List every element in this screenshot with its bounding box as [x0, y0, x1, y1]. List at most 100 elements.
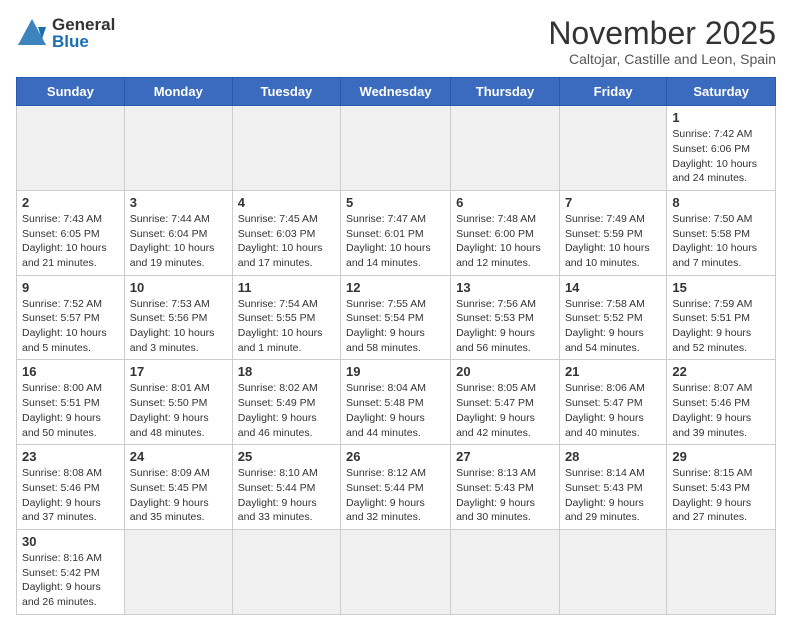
calendar-cell: 28 Sunrise: 8:14 AMSunset: 5:43 PMDayligh…	[559, 445, 666, 530]
day-number: 17	[130, 364, 227, 379]
calendar-cell: 4 Sunrise: 7:45 AMSunset: 6:03 PMDaylight…	[232, 190, 340, 275]
calendar-cell: 17 Sunrise: 8:01 AMSunset: 5:50 PMDayligh…	[124, 360, 232, 445]
day-info: Sunrise: 7:56 AMSunset: 5:53 PMDaylight:…	[456, 297, 554, 356]
day-info: Sunrise: 8:10 AMSunset: 5:44 PMDaylight:…	[238, 466, 335, 525]
day-number: 2	[22, 195, 119, 210]
calendar-cell: 10 Sunrise: 7:53 AMSunset: 5:56 PMDayligh…	[124, 275, 232, 360]
day-info: Sunrise: 7:50 AMSunset: 5:58 PMDaylight:…	[672, 212, 770, 271]
day-info: Sunrise: 7:58 AMSunset: 5:52 PMDaylight:…	[565, 297, 661, 356]
day-info: Sunrise: 7:54 AMSunset: 5:55 PMDaylight:…	[238, 297, 335, 356]
calendar-cell	[232, 529, 340, 614]
calendar-cell	[559, 529, 666, 614]
day-number: 6	[456, 195, 554, 210]
calendar-cell	[559, 106, 666, 191]
day-info: Sunrise: 8:06 AMSunset: 5:47 PMDaylight:…	[565, 381, 661, 440]
calendar-cell: 30 Sunrise: 8:16 AMSunset: 5:42 PMDayligh…	[17, 529, 125, 614]
day-number: 10	[130, 280, 227, 295]
day-number: 29	[672, 449, 770, 464]
day-number: 3	[130, 195, 227, 210]
calendar-cell	[124, 529, 232, 614]
calendar-cell: 5Sunrise: 7:47 AMSunset: 6:01 PMDaylight…	[341, 190, 451, 275]
day-info: Sunrise: 7:44 AMSunset: 6:04 PMDaylight:…	[130, 212, 227, 271]
day-info: Sunrise: 8:04 AMSunset: 5:48 PMDaylight:…	[346, 381, 445, 440]
weekday-header-wednesday: Wednesday	[341, 78, 451, 106]
day-number: 9	[22, 280, 119, 295]
weekday-header-monday: Monday	[124, 78, 232, 106]
calendar-cell	[341, 529, 451, 614]
calendar-cell	[17, 106, 125, 191]
day-info: Sunrise: 8:13 AMSunset: 5:43 PMDaylight:…	[456, 466, 554, 525]
header: General Blue November 2025 Caltojar, Cas…	[16, 16, 776, 67]
weekday-header-row: SundayMondayTuesdayWednesdayThursdayFrid…	[17, 78, 776, 106]
day-number: 15	[672, 280, 770, 295]
calendar-cell	[451, 106, 560, 191]
day-number: 7	[565, 195, 661, 210]
logo: General Blue	[16, 16, 115, 50]
day-info: Sunrise: 8:08 AMSunset: 5:46 PMDaylight:…	[22, 466, 119, 525]
weekday-header-tuesday: Tuesday	[232, 78, 340, 106]
month-title: November 2025	[548, 16, 776, 51]
day-info: Sunrise: 7:48 AMSunset: 6:00 PMDaylight:…	[456, 212, 554, 271]
calendar-cell: 24 Sunrise: 8:09 AMSunset: 5:45 PMDayligh…	[124, 445, 232, 530]
day-info: Sunrise: 7:52 AMSunset: 5:57 PMDaylight:…	[22, 297, 119, 356]
calendar-cell: 13 Sunrise: 7:56 AMSunset: 5:53 PMDayligh…	[451, 275, 560, 360]
day-number: 30	[22, 534, 119, 549]
day-info: Sunrise: 8:16 AMSunset: 5:42 PMDaylight:…	[22, 551, 119, 610]
calendar-cell: 22Sunrise: 8:07 AMSunset: 5:46 PMDayligh…	[667, 360, 776, 445]
day-info: Sunrise: 7:49 AMSunset: 5:59 PMDaylight:…	[565, 212, 661, 271]
week-row-3: 16Sunrise: 8:00 AMSunset: 5:51 PMDayligh…	[17, 360, 776, 445]
calendar-cell: 6 Sunrise: 7:48 AMSunset: 6:00 PMDaylight…	[451, 190, 560, 275]
title-area: November 2025 Caltojar, Castille and Leo…	[548, 16, 776, 67]
day-info: Sunrise: 7:53 AMSunset: 5:56 PMDaylight:…	[130, 297, 227, 356]
day-info: Sunrise: 7:59 AMSunset: 5:51 PMDaylight:…	[672, 297, 770, 356]
calendar-cell	[124, 106, 232, 191]
weekday-header-thursday: Thursday	[451, 78, 560, 106]
day-info: Sunrise: 7:42 AMSunset: 6:06 PMDaylight:…	[672, 127, 770, 186]
day-info: Sunrise: 8:09 AMSunset: 5:45 PMDaylight:…	[130, 466, 227, 525]
calendar-cell	[451, 529, 560, 614]
day-number: 18	[238, 364, 335, 379]
week-row-2: 9 Sunrise: 7:52 AMSunset: 5:57 PMDaylight…	[17, 275, 776, 360]
day-number: 1	[672, 110, 770, 125]
calendar-cell: 11Sunrise: 7:54 AMSunset: 5:55 PMDayligh…	[232, 275, 340, 360]
calendar-cell: 25Sunrise: 8:10 AMSunset: 5:44 PMDayligh…	[232, 445, 340, 530]
week-row-0: 1 Sunrise: 7:42 AMSunset: 6:06 PMDaylight…	[17, 106, 776, 191]
day-number: 24	[130, 449, 227, 464]
logo-triangle-icon	[16, 17, 48, 49]
calendar-cell: 9 Sunrise: 7:52 AMSunset: 5:57 PMDaylight…	[17, 275, 125, 360]
calendar-cell	[341, 106, 451, 191]
day-number: 4	[238, 195, 335, 210]
calendar-cell: 14Sunrise: 7:58 AMSunset: 5:52 PMDayligh…	[559, 275, 666, 360]
logo-blue: Blue	[52, 33, 115, 50]
day-info: Sunrise: 8:05 AMSunset: 5:47 PMDaylight:…	[456, 381, 554, 440]
day-number: 28	[565, 449, 661, 464]
day-info: Sunrise: 7:45 AMSunset: 6:03 PMDaylight:…	[238, 212, 335, 271]
day-number: 16	[22, 364, 119, 379]
calendar-cell: 8Sunrise: 7:50 AMSunset: 5:58 PMDaylight…	[667, 190, 776, 275]
week-row-5: 30 Sunrise: 8:16 AMSunset: 5:42 PMDayligh…	[17, 529, 776, 614]
calendar-cell: 1 Sunrise: 7:42 AMSunset: 6:06 PMDaylight…	[667, 106, 776, 191]
day-info: Sunrise: 8:02 AMSunset: 5:49 PMDaylight:…	[238, 381, 335, 440]
day-number: 19	[346, 364, 445, 379]
day-number: 13	[456, 280, 554, 295]
week-row-1: 2 Sunrise: 7:43 AMSunset: 6:05 PMDaylight…	[17, 190, 776, 275]
calendar-cell: 21Sunrise: 8:06 AMSunset: 5:47 PMDayligh…	[559, 360, 666, 445]
logo-wrapper: General Blue	[16, 16, 115, 50]
weekday-header-saturday: Saturday	[667, 78, 776, 106]
calendar-cell	[667, 529, 776, 614]
day-info: Sunrise: 7:43 AMSunset: 6:05 PMDaylight:…	[22, 212, 119, 271]
calendar-cell: 2 Sunrise: 7:43 AMSunset: 6:05 PMDaylight…	[17, 190, 125, 275]
day-number: 23	[22, 449, 119, 464]
weekday-header-friday: Friday	[559, 78, 666, 106]
day-number: 20	[456, 364, 554, 379]
logo-text: General Blue	[52, 16, 115, 50]
calendar-cell: 26Sunrise: 8:12 AMSunset: 5:44 PMDayligh…	[341, 445, 451, 530]
day-info: Sunrise: 7:47 AMSunset: 6:01 PMDaylight:…	[346, 212, 445, 271]
day-info: Sunrise: 8:14 AMSunset: 5:43 PMDaylight:…	[565, 466, 661, 525]
weekday-header-sunday: Sunday	[17, 78, 125, 106]
calendar-cell: 15 Sunrise: 7:59 AMSunset: 5:51 PMDayligh…	[667, 275, 776, 360]
day-number: 22	[672, 364, 770, 379]
calendar-cell: 18 Sunrise: 8:02 AMSunset: 5:49 PMDayligh…	[232, 360, 340, 445]
day-info: Sunrise: 8:01 AMSunset: 5:50 PMDaylight:…	[130, 381, 227, 440]
calendar-cell: 20 Sunrise: 8:05 AMSunset: 5:47 PMDayligh…	[451, 360, 560, 445]
